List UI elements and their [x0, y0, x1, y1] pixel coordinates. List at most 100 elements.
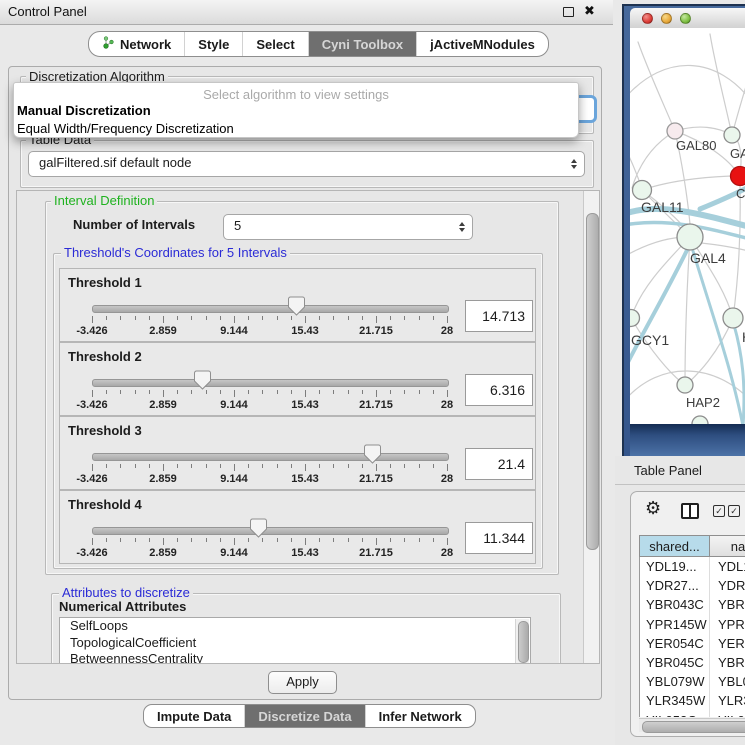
node-label: GCY1	[631, 332, 669, 348]
cell-shared-name: YBR043C	[640, 595, 710, 614]
slider-tick	[177, 390, 178, 394]
threshold-value-field[interactable]: 11.344	[465, 522, 533, 554]
attribute-item-selfloops[interactable]: SelfLoops	[60, 618, 530, 635]
table-row[interactable]: YER054CYER0	[640, 634, 745, 653]
node-label: GA	[730, 146, 745, 161]
slider-tick	[376, 316, 377, 323]
threshold-value-field[interactable]: 21.4	[465, 448, 533, 480]
tab-infer-network[interactable]: Infer Network	[365, 705, 475, 727]
slider-tick-label: 15.43	[275, 399, 335, 411]
slider-tick	[277, 390, 278, 394]
network-node[interactable]	[723, 308, 743, 328]
threshold-slider-track[interactable]	[92, 379, 449, 387]
table-row[interactable]: YBL079WYBL0	[640, 672, 745, 691]
slider-tick	[220, 464, 221, 468]
slider-tick-label: 21.715	[346, 399, 406, 411]
slider-tick	[333, 464, 334, 468]
slider-tick	[120, 316, 121, 320]
apply-button[interactable]: Apply	[268, 671, 337, 694]
cell-name: YBR0	[710, 595, 745, 614]
minimize-window-icon[interactable]	[661, 13, 672, 24]
slider-tick	[262, 464, 263, 468]
tab-select[interactable]: Select	[242, 32, 307, 56]
threshold-slider-track[interactable]	[92, 527, 449, 535]
table-settings-gear-icon[interactable]: ⚙	[645, 498, 661, 518]
tab-label: Cyni Toolbox	[322, 37, 403, 52]
slider-tick	[206, 316, 207, 320]
network-node[interactable]	[630, 310, 640, 327]
dropdown-option-equal-width-frequency-discretization[interactable]: Equal Width/Frequency Discretization	[14, 120, 578, 138]
slider-tick-label: 9.144	[204, 325, 264, 337]
slider-tick	[106, 538, 107, 542]
table-row[interactable]: YBR043CYBR0	[640, 595, 745, 614]
threshold-value-field[interactable]: 14.713	[465, 300, 533, 332]
checkbox-select-all-icon[interactable]	[728, 505, 740, 517]
slider-tick	[191, 390, 192, 394]
slider-tick	[348, 390, 349, 394]
slider-tick	[319, 390, 320, 394]
network-graph: GAL80GACGAL11GAL4GCY1HHAP2	[630, 28, 745, 424]
slider-tick	[135, 538, 136, 542]
network-window-titlebar	[630, 8, 745, 29]
float-panel-icon[interactable]	[563, 7, 574, 17]
cell-shared-name: YIL052C	[640, 711, 710, 718]
slider-tick-label: 2.859	[133, 325, 193, 337]
slider-tick	[106, 464, 107, 468]
column-layout-icon[interactable]	[681, 503, 699, 519]
threshold-slider-thumb[interactable]	[250, 518, 267, 538]
table-data-combobox[interactable]: galFiltered.sif default node	[28, 151, 585, 177]
tab-style[interactable]: Style	[184, 32, 242, 56]
table-row[interactable]: YDL19...YDL1	[640, 557, 745, 576]
slider-tick-label: 2.859	[133, 473, 193, 485]
slider-tick	[277, 538, 278, 542]
column-header-name[interactable]: name	[709, 535, 745, 557]
threshold-slider-thumb[interactable]	[364, 444, 381, 464]
number-of-intervals-combobox[interactable]: 5	[223, 214, 473, 240]
threshold-slider-track[interactable]	[92, 305, 449, 313]
network-node[interactable]	[677, 377, 693, 393]
attributes-list-scrollbar-thumb[interactable]	[518, 621, 529, 663]
network-node[interactable]	[731, 167, 745, 186]
network-node[interactable]	[667, 123, 683, 139]
tab-impute-data[interactable]: Impute Data	[144, 705, 244, 727]
slider-tick-label: 9.144	[204, 399, 264, 411]
settings-vertical-scrollbar-thumb[interactable]	[586, 213, 599, 550]
tab-discretize-data[interactable]: Discretize Data	[244, 705, 364, 727]
table-row[interactable]: YBR045CYBR0	[640, 653, 745, 672]
network-canvas[interactable]: GAL80GACGAL11GAL4GCY1HHAP2	[630, 28, 745, 424]
attribute-item-betweennesscentrality[interactable]: BetweennessCentrality	[60, 651, 530, 664]
tab-cyni-toolbox[interactable]: Cyni Toolbox	[308, 32, 416, 56]
control-panel-titlebar: Control Panel ✖	[0, 0, 613, 25]
slider-tick-label: 2.859	[133, 399, 193, 411]
table-row[interactable]: YIL052CYIL0	[640, 711, 745, 718]
tab-network[interactable]: Network	[89, 32, 184, 56]
threshold-slider-thumb[interactable]	[194, 370, 211, 390]
table-row[interactable]: YPR145WYPR1	[640, 615, 745, 634]
slider-tick	[305, 464, 306, 471]
slider-tick	[390, 464, 391, 468]
slider-tick	[277, 464, 278, 468]
threshold-value-field[interactable]: 6.316	[465, 374, 533, 406]
threshold-slider-track[interactable]	[92, 453, 449, 461]
checkbox-select-icon[interactable]	[713, 505, 725, 517]
table-horizontal-scrollbar-thumb[interactable]	[642, 721, 745, 733]
table-row[interactable]: YDR27...YDR2	[640, 576, 745, 595]
network-node[interactable]	[724, 127, 740, 143]
network-node[interactable]	[633, 181, 652, 200]
column-header-shared-name[interactable]: shared...	[639, 535, 709, 557]
dropdown-option-manual-discretization[interactable]: Manual Discretization	[14, 102, 578, 120]
threshold-slider-thumb[interactable]	[288, 296, 305, 316]
slider-tick	[177, 316, 178, 320]
slider-tick	[234, 390, 235, 397]
network-node[interactable]	[677, 224, 703, 250]
network-node[interactable]	[692, 416, 708, 424]
close-panel-icon[interactable]: ✖	[584, 3, 595, 19]
zoom-window-icon[interactable]	[680, 13, 691, 24]
tab-jactivemnodules[interactable]: jActiveMNodules	[416, 32, 548, 56]
table-row[interactable]: YLR345WYLR3	[640, 691, 745, 710]
close-window-icon[interactable]	[642, 13, 653, 24]
attribute-item-topologicalcoefficient[interactable]: TopologicalCoefficient	[60, 635, 530, 652]
slider-tick	[106, 316, 107, 320]
slider-tick	[262, 390, 263, 394]
dropdown-options: Manual DiscretizationEqual Width/Frequen…	[14, 102, 578, 138]
